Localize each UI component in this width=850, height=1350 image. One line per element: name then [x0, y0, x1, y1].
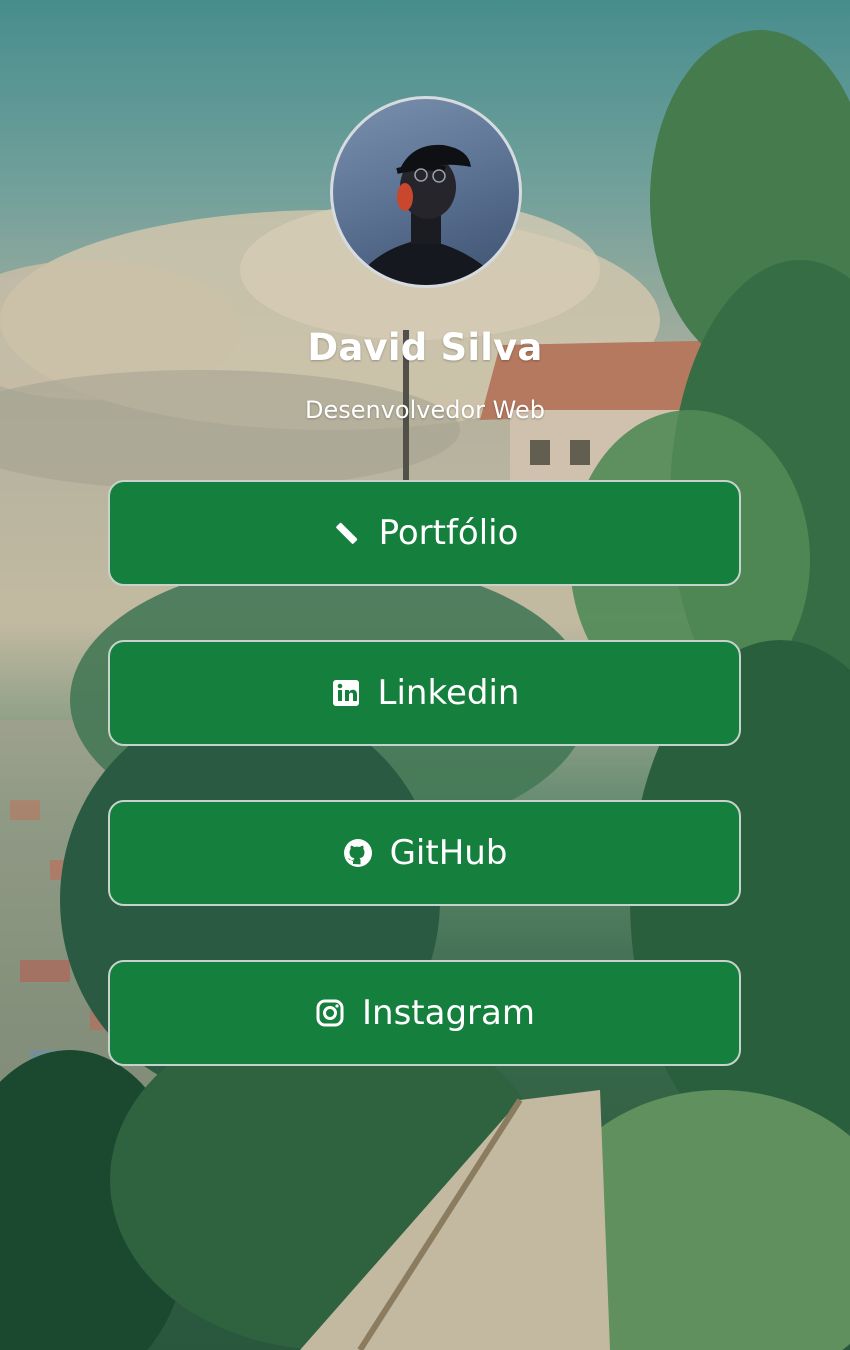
pencil-ruler-icon: [331, 517, 363, 549]
portfolio-link-label: Portfólio: [378, 513, 519, 553]
linkedin-icon: [330, 677, 362, 709]
portfolio-link-button[interactable]: Portfólio: [108, 480, 741, 586]
instagram-icon: [314, 997, 346, 1029]
github-link-button[interactable]: GitHub: [108, 800, 741, 906]
profile-name: David Silva: [307, 326, 543, 369]
linkedin-link-label: Linkedin: [377, 673, 520, 713]
linkedin-link-button[interactable]: Linkedin: [108, 640, 741, 746]
profile-photo: [353, 144, 503, 285]
profile-role: Desenvolvedor Web: [305, 396, 545, 424]
avatar: [330, 96, 522, 288]
instagram-link-label: Instagram: [362, 993, 535, 1033]
instagram-link-button[interactable]: Instagram: [108, 960, 741, 1066]
github-icon: [342, 837, 374, 869]
github-link-label: GitHub: [389, 833, 508, 873]
